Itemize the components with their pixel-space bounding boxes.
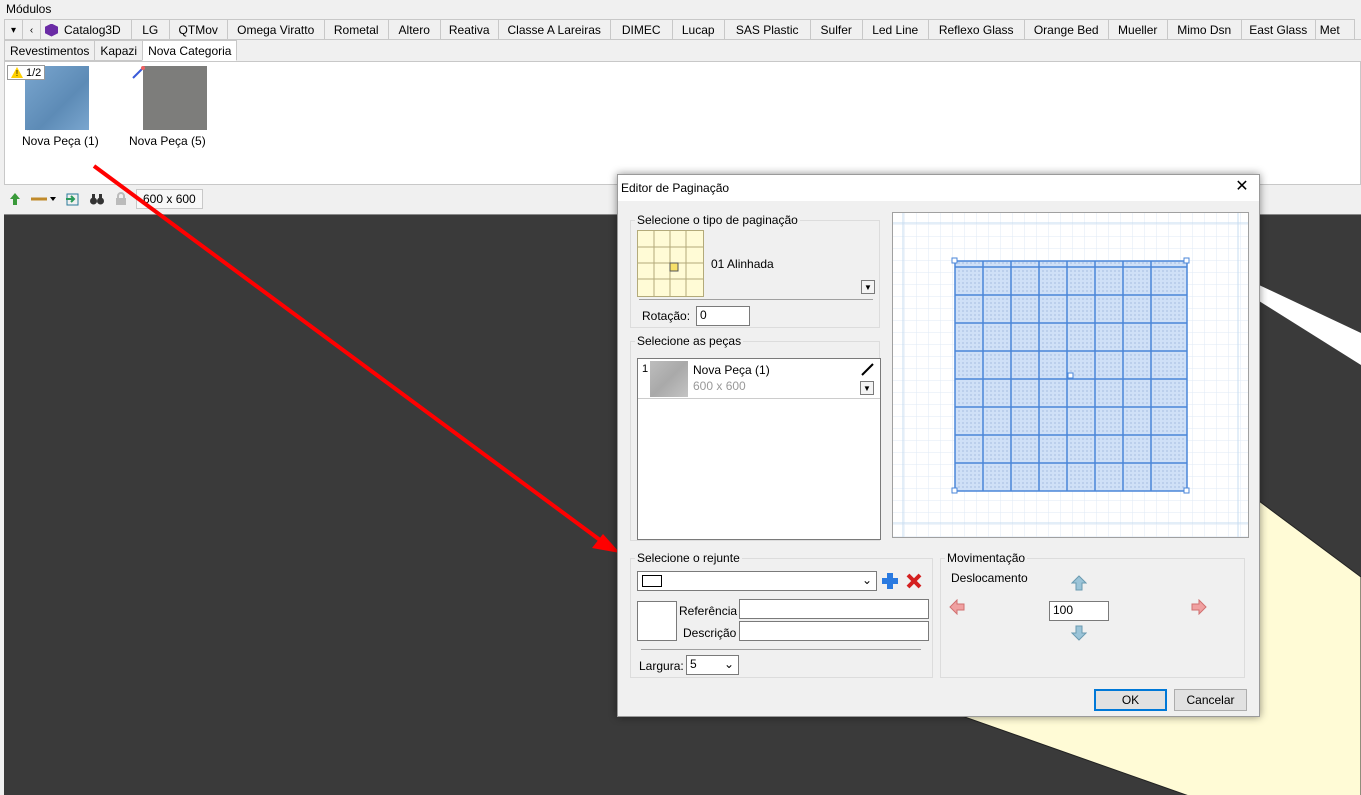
arrow-left-icon[interactable]	[949, 598, 965, 616]
add-grout-icon[interactable]	[881, 572, 899, 590]
piece-name: Nova Peça (1)	[693, 363, 770, 377]
arrow-up-icon[interactable]	[1070, 575, 1088, 591]
group-title: Selecione as peças	[635, 334, 744, 348]
arrow-down-icon[interactable]	[1070, 625, 1088, 641]
group-title: Movimentação	[945, 551, 1028, 565]
chevron-down-icon: ⌄	[723, 657, 734, 671]
reference-input[interactable]	[739, 599, 929, 619]
pieces-group: Selecione as peças 1 Nova Peça (1) 600 x…	[630, 334, 881, 541]
description-label: Descrição	[683, 626, 737, 640]
displacement-input[interactable]: 100	[1049, 601, 1109, 621]
grout-group: Selecione o rejunte ⌄ Referência Descriç…	[630, 551, 933, 678]
grout-color-preview	[637, 601, 677, 641]
rotation-input[interactable]: 0	[696, 306, 750, 326]
movement-group: Movimentação Deslocamento 100	[940, 551, 1245, 678]
preview-grid	[893, 213, 1248, 537]
width-select[interactable]: 5 ⌄	[686, 655, 739, 675]
piece-size: 600 x 600	[693, 379, 746, 393]
reference-label: Referência	[679, 604, 738, 618]
pagination-type-group: Selecione o tipo de paginação 01 Alinhad…	[630, 213, 880, 328]
width-label: Largura:	[639, 659, 684, 673]
pagination-preview-canvas[interactable]	[892, 212, 1249, 538]
width-value: 5	[690, 657, 697, 671]
paintbrush-icon[interactable]	[860, 362, 874, 376]
rotation-label: Rotação:	[642, 309, 691, 323]
arrow-right-icon[interactable]	[1191, 598, 1207, 616]
pagination-type-label: 01 Alinhada	[711, 257, 774, 271]
pieces-list: 1 Nova Peça (1) 600 x 600 ▼	[637, 358, 881, 540]
grout-select[interactable]: ⌄	[637, 571, 877, 591]
list-item[interactable]: 1 Nova Peça (1) 600 x 600 ▼	[638, 359, 880, 399]
close-icon[interactable]: ✕	[1233, 178, 1251, 196]
delete-grout-icon[interactable]	[905, 572, 923, 590]
description-input[interactable]	[739, 621, 929, 641]
chevron-down-icon: ⌄	[861, 573, 872, 587]
divider	[641, 649, 921, 650]
pagination-editor-dialog: Editor de Paginação ✕ Selecione o tipo d…	[617, 174, 1260, 717]
dialog-titlebar: Editor de Paginação	[618, 175, 1259, 201]
cancel-button[interactable]: Cancelar	[1174, 689, 1247, 711]
divider	[639, 299, 873, 300]
piece-thumbnail	[650, 361, 688, 397]
pagination-type-dropdown-button[interactable]: ▼	[861, 280, 875, 294]
ok-button[interactable]: OK	[1094, 689, 1167, 711]
piece-dropdown-button[interactable]: ▼	[860, 381, 874, 395]
group-title: Selecione o rejunte	[635, 551, 742, 565]
grout-color-swatch	[642, 575, 662, 587]
displacement-label: Deslocamento	[951, 571, 1028, 585]
group-title: Selecione o tipo de paginação	[635, 213, 800, 227]
dialog-title: Editor de Paginação	[621, 181, 730, 195]
piece-index: 1	[642, 363, 649, 375]
pagination-pattern-preview[interactable]	[637, 230, 704, 297]
